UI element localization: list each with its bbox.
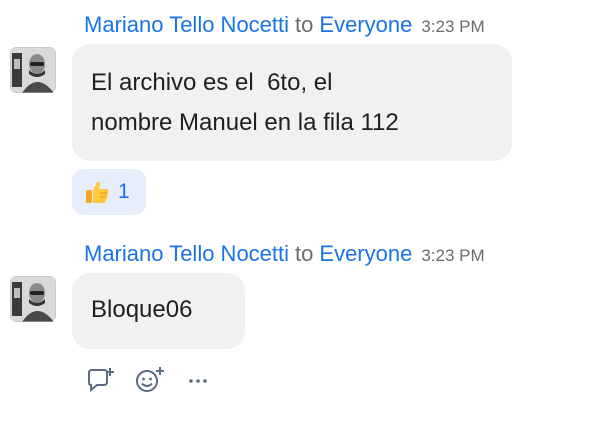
message-header: Mariano Tello Nocetti to Everyone 3:23 P… [84, 239, 485, 269]
message-text: Bloque06 [91, 296, 193, 323]
thumbs-up-icon [86, 181, 109, 203]
recipient-name[interactable]: Everyone [319, 10, 412, 40]
timestamp: 3:23 PM [421, 17, 485, 36]
reaction-count: 1 [118, 180, 130, 203]
message-actions-toolbar [84, 364, 228, 396]
more-options-button[interactable] [180, 364, 216, 396]
to-label: to [295, 241, 314, 266]
avatar[interactable] [10, 276, 56, 322]
message-text-line-2: nombre Manuel en la fila 112 [91, 109, 399, 136]
more-options-icon [189, 379, 207, 383]
reaction-chip[interactable]: 1 [72, 169, 146, 215]
timestamp: 3:23 PM [421, 246, 485, 265]
sender-name[interactable]: Mariano Tello Nocetti [84, 239, 289, 269]
message-bubble[interactable]: El archivo es el 6to, el nombre Manuel e… [72, 44, 512, 161]
add-reaction-icon [136, 367, 164, 392]
to-label: to [295, 12, 314, 37]
reply-button[interactable] [84, 364, 120, 396]
reply-icon [88, 368, 114, 393]
avatar-photo-icon [10, 276, 56, 322]
message-text-line-1: El archivo es el 6to, el [91, 69, 333, 96]
sender-name[interactable]: Mariano Tello Nocetti [84, 10, 289, 40]
message-header: Mariano Tello Nocetti to Everyone 3:23 P… [84, 10, 485, 40]
recipient-name[interactable]: Everyone [319, 239, 412, 269]
message-bubble[interactable]: Bloque06 [72, 273, 245, 349]
avatar[interactable] [10, 47, 56, 93]
add-reaction-button[interactable] [132, 364, 168, 396]
avatar-photo-icon [10, 47, 56, 93]
